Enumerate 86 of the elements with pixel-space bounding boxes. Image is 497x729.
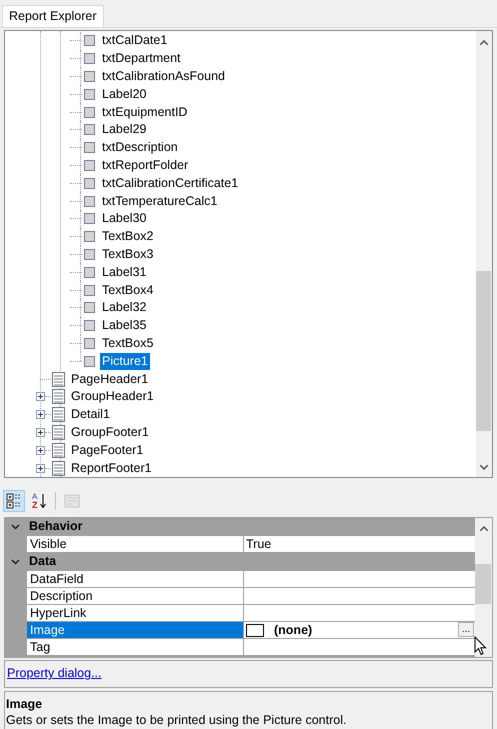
tree-item[interactable]: TextBox2 bbox=[100, 228, 156, 246]
tree-item[interactable]: Label20 bbox=[100, 86, 148, 103]
property-name[interactable]: DataField bbox=[27, 571, 243, 587]
tree-item[interactable]: TextBox4 bbox=[100, 282, 156, 299]
control-icon bbox=[84, 266, 95, 278]
value-cell[interactable] bbox=[244, 605, 475, 621]
description-title: Image bbox=[6, 696, 44, 712]
property-name[interactable]: HyperLink bbox=[27, 605, 243, 621]
scroll-up-icon[interactable] bbox=[480, 40, 488, 45]
scroll-thumb[interactable] bbox=[476, 271, 491, 431]
panel-tab[interactable]: Report Explorer bbox=[2, 5, 104, 27]
tree-item[interactable]: ReportFooter1 bbox=[69, 460, 154, 477]
control-icon bbox=[84, 35, 95, 46]
control-icon bbox=[84, 302, 95, 314]
collapse-icon[interactable] bbox=[11, 524, 20, 530]
property-name[interactable]: Visible bbox=[27, 536, 243, 552]
value-cell[interactable] bbox=[244, 571, 475, 587]
tree-item[interactable]: PageHeader1 bbox=[69, 370, 150, 388]
tree-item[interactable]: txtEquipmentID bbox=[100, 104, 190, 121]
expand-icon[interactable] bbox=[36, 446, 45, 455]
property-value[interactable]: True bbox=[246, 534, 272, 554]
property-dialog-link[interactable]: Property dialog... bbox=[7, 666, 102, 680]
control-icon bbox=[84, 284, 95, 296]
tree-item[interactable]: txtCalDate1 bbox=[100, 32, 170, 50]
category-header[interactable]: Data bbox=[29, 552, 56, 571]
tree-item[interactable]: Label30 bbox=[100, 210, 148, 228]
control-icon bbox=[84, 106, 95, 118]
category-header[interactable]: Behavior bbox=[29, 517, 82, 536]
control-icon bbox=[84, 178, 95, 189]
section-icon bbox=[52, 372, 65, 387]
property-value[interactable]: (none) bbox=[274, 620, 312, 640]
control-icon bbox=[84, 231, 95, 242]
control-icon bbox=[84, 338, 95, 349]
expand-icon[interactable] bbox=[36, 410, 45, 420]
control-icon bbox=[84, 142, 95, 154]
value-cell[interactable]: True bbox=[244, 536, 475, 552]
control-icon bbox=[84, 124, 95, 136]
cursor-icon bbox=[474, 636, 487, 656]
tree-item[interactable]: TextBox5 bbox=[100, 334, 156, 352]
tree-item[interactable]: Detail1 bbox=[69, 406, 112, 424]
value-cell[interactable]: (none) ... bbox=[244, 622, 475, 638]
control-icon bbox=[84, 213, 95, 224]
tree-item[interactable]: txtDepartment bbox=[100, 50, 183, 68]
ellipsis-button[interactable]: ... bbox=[458, 622, 474, 637]
control-icon bbox=[84, 320, 95, 332]
tree-item[interactable]: Picture1 bbox=[100, 352, 150, 370]
control-icon bbox=[84, 70, 95, 82]
collapse-icon[interactable] bbox=[11, 558, 20, 564]
control-icon bbox=[84, 248, 95, 260]
scroll-down-icon[interactable] bbox=[480, 465, 488, 470]
scrollbar[interactable] bbox=[476, 31, 492, 477]
tree-item[interactable]: txtTemperatureCalc1 bbox=[100, 192, 220, 210]
value-cell[interactable] bbox=[244, 588, 475, 604]
control-icon bbox=[84, 356, 95, 367]
tree-item[interactable]: txtReportFolder bbox=[100, 156, 190, 174]
tree-item[interactable]: Label32 bbox=[100, 299, 148, 316]
control-icon bbox=[84, 196, 95, 207]
control-icon bbox=[84, 160, 95, 171]
categorized-icon[interactable] bbox=[3, 490, 25, 512]
description-text: Gets or sets the Image to be printed using the Picture control. bbox=[6, 712, 348, 728]
section-icon bbox=[52, 407, 65, 422]
property-name[interactable]: Image bbox=[27, 622, 243, 638]
section-icon bbox=[52, 389, 65, 404]
tree-item[interactable]: Label31 bbox=[100, 264, 148, 281]
scroll-up-icon[interactable] bbox=[480, 526, 488, 531]
tree-item[interactable]: txtDescription bbox=[100, 139, 180, 156]
tree-item[interactable]: GroupHeader1 bbox=[69, 388, 156, 406]
property-name[interactable]: Tag bbox=[27, 639, 243, 655]
tree-item[interactable]: TextBox3 bbox=[100, 246, 156, 263]
expand-icon[interactable] bbox=[36, 464, 45, 473]
tree-item[interactable]: Label29 bbox=[100, 121, 148, 138]
control-icon bbox=[84, 88, 95, 100]
tree-item[interactable]: GroupFooter1 bbox=[69, 424, 151, 441]
expand-icon[interactable] bbox=[36, 428, 45, 437]
tree-item[interactable]: Label35 bbox=[100, 317, 148, 334]
expand-icon[interactable] bbox=[36, 392, 45, 402]
tree-item[interactable]: PageFooter1 bbox=[69, 442, 146, 459]
property-name[interactable]: Description bbox=[27, 588, 243, 604]
section-icon bbox=[52, 424, 65, 440]
tree-item[interactable]: txtCalibrationCertificate1 bbox=[100, 174, 240, 192]
section-icon bbox=[52, 442, 65, 458]
scrollbar[interactable] bbox=[475, 518, 492, 657]
value-cell[interactable] bbox=[244, 639, 475, 655]
scroll-thumb[interactable] bbox=[475, 564, 491, 604]
control-icon bbox=[84, 53, 95, 64]
tree-item[interactable]: txtCalibrationAsFound bbox=[100, 68, 227, 85]
